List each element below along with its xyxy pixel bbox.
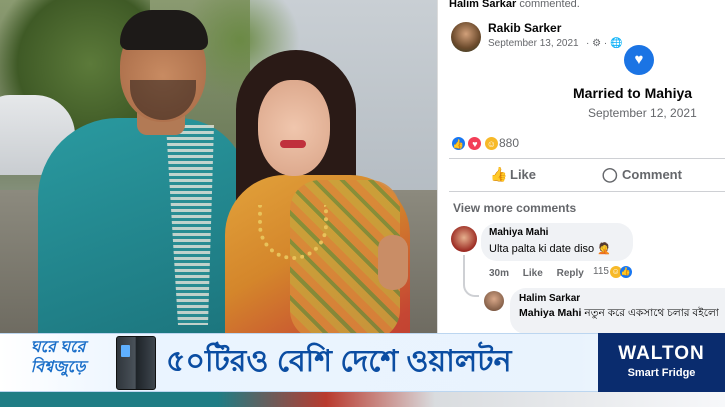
like-button-label: Like (510, 167, 537, 182)
comment-time[interactable]: 30m (489, 268, 509, 279)
like-icon: 👍 (451, 136, 466, 151)
comment-actions: 30m Like Reply (489, 268, 595, 279)
care-icon: ☺ (483, 136, 499, 151)
notification-action: commented. (519, 0, 580, 10)
post-date[interactable]: September 13, 2021 (488, 38, 579, 49)
thumbs-up-icon: 👍 (490, 166, 508, 182)
woman-face (258, 80, 330, 176)
speech-bubble-icon: ◯ (602, 166, 618, 182)
fridge-image (116, 336, 156, 390)
ad-brand-box[interactable]: WALTON Smart Fridge (598, 333, 725, 392)
man-hair (120, 10, 208, 50)
like-icon: 👍 (619, 266, 632, 278)
notification-user[interactable]: Halim Sarkar (449, 0, 516, 10)
comment-button[interactable]: ◯ Comment (602, 166, 682, 183)
reply-author-avatar[interactable] (484, 291, 504, 311)
comment-reaction-summary[interactable]: 115 ☺👍 (593, 266, 632, 278)
reaction-icons[interactable]: 👍 ♥ ☺ (451, 134, 499, 151)
man-hand (378, 235, 408, 290)
comment-like-link[interactable]: Like (523, 268, 543, 279)
post-privacy-icon: · ⚙ · 🌐 (586, 38, 623, 49)
ad-brand-name: WALTON (618, 343, 705, 364)
view-more-comments-link[interactable]: View more comments (453, 201, 576, 215)
ad-brand-subtitle: Smart Fridge (627, 367, 696, 379)
ad-headline: ৫০টিরও বেশি দেশে ওয়ালটন (166, 345, 512, 378)
life-event-date: September 12, 2021 (588, 106, 697, 120)
reply-author[interactable]: Halim Sarkar (519, 293, 580, 304)
comment-text: Ulta palta ki date diso 🤦 (489, 243, 611, 255)
comment-button-label: Comment (622, 167, 682, 182)
post-author-name[interactable]: Rakib Sarker (488, 21, 561, 35)
heart-icon: ♥ (624, 45, 654, 75)
reaction-count[interactable]: 880 (499, 136, 519, 150)
woman-lips (280, 140, 306, 148)
reply-text: Mahiya Mahi নতুন করে একসাথে চলার বইলো (519, 306, 723, 321)
ad-slogan-line2: বিশ্বজুড়ে (30, 359, 86, 376)
reply-thread-line (463, 255, 479, 297)
photo-bottom-strip (0, 392, 725, 407)
ad-slogan: ঘরে ঘরে বিশ্বজুড়ে (8, 338, 108, 378)
life-event-title: Married to Mahiya (573, 85, 693, 101)
divider (449, 191, 725, 192)
comment-author[interactable]: Mahiya Mahi (489, 227, 548, 238)
post-author-avatar[interactable] (451, 22, 481, 52)
comment-notification: Halim Sarkar commented. (449, 0, 580, 10)
reply-mention[interactable]: Mahiya Mahi (519, 307, 581, 319)
comment-reply-link[interactable]: Reply (557, 268, 584, 279)
commenter-avatar[interactable] (451, 226, 477, 252)
ad-slogan-line1: ঘরে ঘরে (30, 339, 86, 356)
like-button[interactable]: 👍 Like (490, 166, 536, 183)
reply-body: নতুন করে একসাথে চলার বইলো (584, 307, 719, 319)
divider (449, 158, 725, 159)
love-icon: ♥ (467, 136, 483, 151)
comment-reaction-count: 115 (593, 266, 609, 277)
